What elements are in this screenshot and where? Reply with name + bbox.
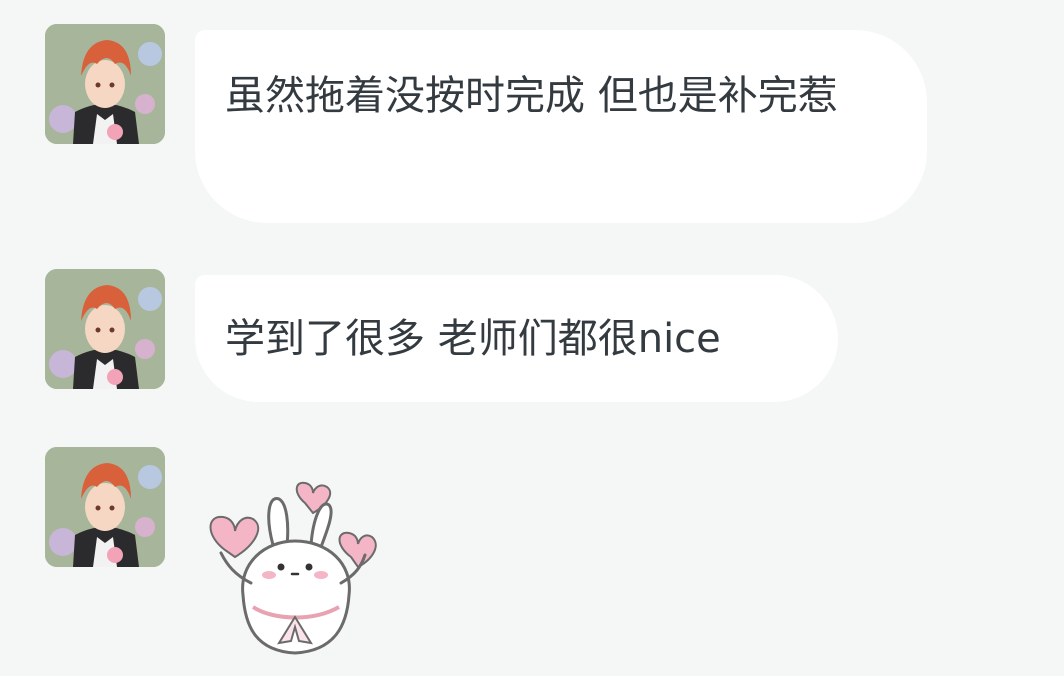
message-text: 学到了很多 老师们都很nice [225, 316, 721, 362]
bunny-hearts-icon [209, 481, 377, 655]
bunny-sticker[interactable] [195, 475, 395, 660]
message-bubble-2[interactable]: 学到了很多 老师们都很nice [195, 275, 838, 402]
avatar-image [45, 24, 165, 144]
sender-avatar[interactable] [45, 269, 165, 389]
avatar-image [45, 269, 165, 389]
sender-avatar[interactable] [45, 447, 165, 567]
message-bubble-1[interactable]: 虽然拖着没按时完成 但也是补完惹 [195, 30, 927, 223]
message-text: 虽然拖着没按时完成 但也是补完惹 [225, 73, 838, 119]
avatar-image [45, 447, 165, 567]
sender-avatar[interactable] [45, 24, 165, 144]
